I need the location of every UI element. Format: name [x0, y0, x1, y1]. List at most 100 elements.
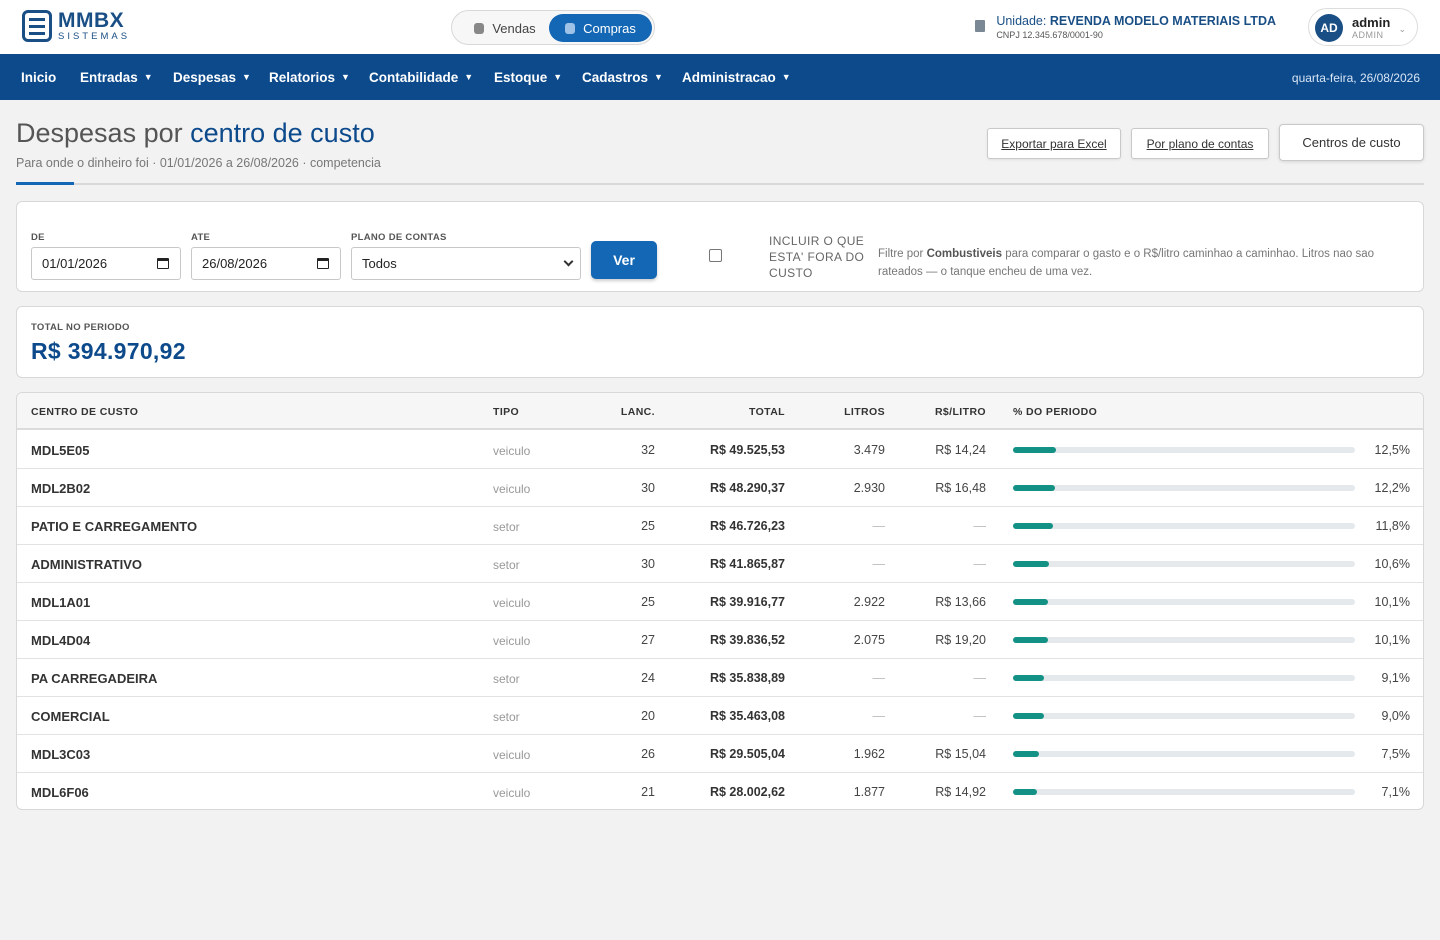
entries-count: 21	[641, 785, 655, 799]
table-row[interactable]: MDL5E05 veiculo 32 R$ 49.525,53 3.479 R$ 14,2…	[17, 431, 1423, 469]
table-row[interactable]: MDL3C03 veiculo 26 R$ 29.505,04 1.962 R$ 15,0…	[17, 735, 1423, 773]
nav-item-entradas[interactable]: Entradas ▼	[80, 54, 153, 100]
share-bar-fill	[1013, 713, 1044, 719]
cost-center-table: CENTRO DE CUSTO TIPO LANC. TOTAL LITROS …	[16, 392, 1424, 810]
col-header-tipo[interactable]: TIPO	[493, 406, 519, 418]
nav-item-cadastros[interactable]: Cadastros ▼	[582, 54, 663, 100]
mode-vendas-label: Vendas	[492, 20, 536, 36]
liters: 2.930	[853, 481, 885, 495]
app-header: MMBX SISTEMAS Vendas Compras Unidade: RE…	[0, 0, 1440, 54]
col-header-rs-litro[interactable]: R$/LITRO	[935, 406, 986, 418]
col-header-total[interactable]: TOTAL	[749, 406, 785, 418]
caret-down-icon: ▼	[242, 72, 251, 82]
to-date-input[interactable]: 26/08/2026	[191, 247, 341, 280]
filter-hint: Filtre por Combustiveis para comparar o …	[878, 245, 1398, 281]
mode-vendas-button[interactable]: Vendas	[460, 14, 550, 42]
apply-filter-button[interactable]: Ver	[591, 241, 657, 279]
table-row[interactable]: ADMINISTRATIVO setor 30 R$ 41.865,87 — — 10,6%	[17, 545, 1423, 583]
unit-info[interactable]: Unidade: REVENDA MODELO MATERIAIS LTDA C…	[975, 14, 1276, 40]
title-divider-accent	[16, 182, 74, 185]
title-divider	[16, 183, 1424, 185]
user-menu[interactable]: AD admin ADMIN ⌄	[1308, 8, 1418, 46]
total-summary: TOTAL NO PERIODO R$ 394.970,92	[16, 306, 1424, 378]
liters: 2.922	[853, 595, 885, 609]
include-outside-checkbox[interactable]	[709, 249, 722, 262]
box-icon	[565, 22, 576, 34]
plan-select[interactable]: Todos	[351, 247, 581, 280]
price-per-liter: —	[973, 709, 987, 723]
by-plan-button[interactable]: Por plano de contas	[1131, 128, 1269, 159]
cost-center-type: veiculo	[493, 786, 531, 800]
nav-item-label: Estoque	[494, 69, 548, 85]
entries-count: 24	[641, 671, 655, 685]
from-date-value: 01/01/2026	[42, 256, 108, 271]
share-bar-fill	[1013, 523, 1054, 529]
brand-logo[interactable]: MMBX SISTEMAS	[22, 10, 130, 42]
cost-center-name: MDL5E05	[31, 443, 90, 458]
nav-item-estoque[interactable]: Estoque ▼	[494, 54, 562, 100]
cost-center-type: setor	[493, 558, 520, 572]
include-outside-label: INCLUIR O QUE ESTA' FORA DO CUSTO	[769, 234, 865, 280]
from-date-input[interactable]: 01/01/2026	[31, 247, 181, 280]
liters: 3.479	[853, 443, 885, 457]
cost-center-type: veiculo	[493, 482, 531, 496]
table-body: MDL5E05 veiculo 32 R$ 49.525,53 3.479 R$ 14,2…	[17, 431, 1423, 809]
caret-down-icon: ▼	[654, 72, 663, 82]
table-row[interactable]: PATIO E CARREGAMENTO setor 25 R$ 46.726,23 —…	[17, 507, 1423, 545]
liters: —	[872, 671, 886, 685]
col-header-centro[interactable]: CENTRO DE CUSTO	[31, 406, 138, 418]
table-row[interactable]: MDL2B02 veiculo 30 R$ 48.290,37 2.930 R$ 16,4…	[17, 469, 1423, 507]
plan-select-value: Todos	[362, 256, 397, 271]
price-per-liter: R$ 19,20	[935, 633, 986, 647]
cost-centers-button[interactable]: Centros de custo	[1279, 124, 1424, 161]
table-row[interactable]: MDL4D04 veiculo 27 R$ 39.836,52 2.075 R$ 19,2…	[17, 621, 1423, 659]
nav-item-contabilidade[interactable]: Contabilidade ▼	[369, 54, 473, 100]
share-bar	[1013, 751, 1355, 757]
page-title-strong: centro de custo	[190, 118, 375, 148]
from-date-label: DE	[31, 232, 45, 243]
cost-center-name: MDL3C03	[31, 747, 91, 762]
price-per-liter: R$ 15,04	[935, 747, 986, 761]
entries-count: 25	[641, 519, 655, 533]
total-amount: R$ 39.836,52	[709, 633, 785, 647]
unit-label: Unidade:	[996, 14, 1047, 28]
col-header-lanc[interactable]: LANC.	[621, 406, 655, 418]
building-icon	[975, 20, 986, 32]
caret-down-icon: ▼	[143, 72, 153, 82]
cost-center-type: veiculo	[493, 634, 531, 648]
nav-item-relatorios[interactable]: Relatorios ▼	[269, 54, 350, 100]
period-percent: 10,6%	[1374, 557, 1410, 571]
current-date: quarta-feira, 26/08/2026	[1291, 71, 1420, 85]
share-bar	[1013, 523, 1355, 529]
nav-item-label: Despesas	[173, 69, 237, 85]
share-bar-fill	[1013, 447, 1056, 453]
share-bar	[1013, 485, 1355, 491]
period-percent: 10,1%	[1374, 633, 1410, 647]
nav-item-inicio[interactable]: Inicio	[21, 54, 56, 100]
table-row[interactable]: PA CARREGADEIRA setor 24 R$ 35.838,89 — — 9,1%	[17, 659, 1423, 697]
total-amount: R$ 41.865,87	[709, 557, 785, 571]
table-row[interactable]: MDL6F06 veiculo 21 R$ 28.002,62 1.877 R$ 14,9…	[17, 773, 1423, 809]
mode-compras-button[interactable]: Compras	[549, 14, 652, 42]
cost-center-name: ADMINISTRATIVO	[31, 557, 142, 572]
period-percent: 11,8%	[1375, 519, 1410, 533]
filter-panel: DE 01/01/2026 ATE 26/08/2026 PLANO DE CO…	[16, 201, 1424, 292]
share-bar-fill	[1013, 675, 1045, 681]
avatar: AD	[1315, 14, 1343, 42]
share-bar-fill	[1013, 789, 1038, 795]
nav-item-despesas[interactable]: Despesas ▼	[173, 54, 251, 100]
nav-item-administracao[interactable]: Administracao ▼	[682, 54, 791, 100]
table-row[interactable]: COMERCIAL setor 20 R$ 35.463,08 — — 9,0%	[17, 697, 1423, 735]
entries-count: 25	[641, 595, 655, 609]
liters: 2.075	[853, 633, 885, 647]
share-bar	[1013, 637, 1355, 643]
calendar-icon[interactable]	[317, 258, 329, 269]
export-excel-button[interactable]: Exportar para Excel	[987, 128, 1121, 159]
caret-down-icon: ▼	[341, 72, 350, 82]
col-header-litros[interactable]: LITROS	[844, 406, 885, 418]
share-bar-fill	[1013, 751, 1039, 757]
cost-center-name: COMERCIAL	[31, 709, 110, 724]
table-row[interactable]: MDL1A01 veiculo 25 R$ 39.916,77 2.922 R$ 13,6…	[17, 583, 1423, 621]
calendar-icon[interactable]	[157, 258, 169, 269]
col-header-pct[interactable]: % DO PERIODO	[1013, 406, 1097, 418]
